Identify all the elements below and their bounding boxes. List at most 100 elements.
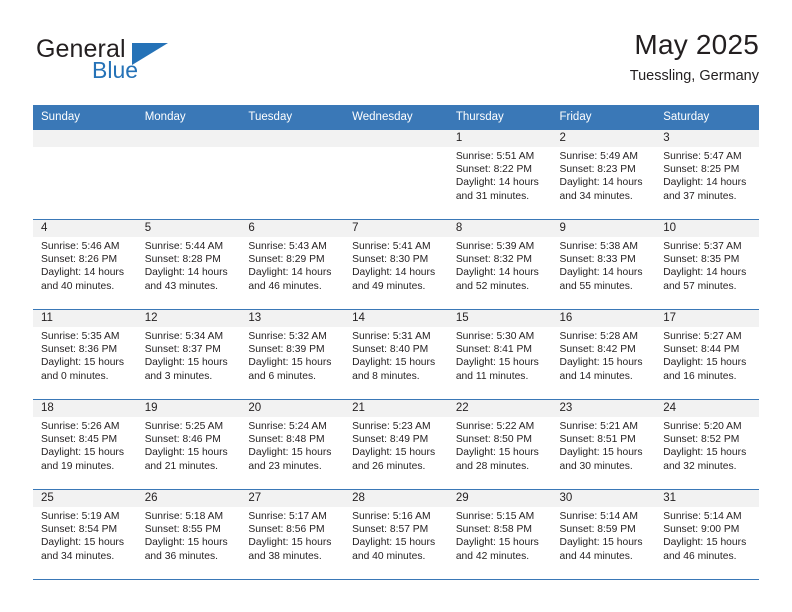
daylight-text-line2: and 57 minutes.: [663, 280, 737, 292]
daylight-text-line1: Daylight: 15 hours: [248, 447, 332, 459]
daylight-text-line2: and 16 minutes.: [663, 370, 737, 382]
calendar-day-cell[interactable]: 18 Sunrise: 5:26 AM Sunset: 8:45 PM Dayligh…: [33, 399, 137, 490]
sunrise-text: Sunrise: 5:26 AM: [41, 421, 120, 432]
day-number: 14: [344, 310, 448, 327]
day-number: 24: [655, 400, 759, 417]
day-details: Sunrise: 5:41 AM Sunset: 8:30 PM Daylight:…: [344, 237, 448, 293]
daylight-text-line2: and 34 minutes.: [559, 190, 633, 202]
calendar-day-cell[interactable]: 12 Sunrise: 5:34 AM Sunset: 8:37 PM Dayligh…: [136, 309, 241, 400]
sunset-text: Sunset: 8:33 PM: [559, 254, 636, 266]
calendar-day-cell[interactable]: 17 Sunrise: 5:27 AM Sunset: 8:44 PM Dayligh…: [655, 309, 759, 400]
sunset-text: Sunset: 8:26 PM: [41, 254, 118, 266]
sunset-text: Sunset: 8:25 PM: [663, 164, 740, 176]
calendar-day-cell[interactable]: 5 Sunrise: 5:44 AM Sunset: 8:28 PM Daylight…: [136, 219, 241, 310]
calendar-day-cell[interactable]: 2 Sunrise: 5:49 AM Sunset: 8:23 PM Daylight…: [551, 130, 656, 220]
calendar-day-cell[interactable]: 13 Sunrise: 5:32 AM Sunset: 8:39 PM Dayligh…: [240, 309, 345, 400]
sunrise-text: Sunrise: 5:35 AM: [41, 331, 120, 342]
day-number: 22: [447, 400, 552, 417]
sunset-text: Sunset: 9:00 PM: [663, 524, 740, 536]
day-number: 12: [136, 310, 241, 327]
calendar-day-cell[interactable]: 26 Sunrise: 5:18 AM Sunset: 8:55 PM Dayligh…: [136, 489, 241, 580]
daylight-text-line2: and 37 minutes.: [663, 190, 737, 202]
weekday-header-thursday: Thursday: [447, 105, 552, 130]
sunset-text: Sunset: 8:51 PM: [559, 434, 636, 446]
calendar-day-cell[interactable]: 10 Sunrise: 5:37 AM Sunset: 8:35 PM Dayligh…: [655, 219, 759, 310]
day-details: Sunrise: 5:17 AM Sunset: 8:56 PM Daylight:…: [240, 507, 344, 563]
day-details: Sunrise: 5:26 AM Sunset: 8:45 PM Daylight:…: [33, 417, 137, 473]
daylight-text-line1: Daylight: 15 hours: [41, 357, 124, 369]
daylight-text-line2: and 55 minutes.: [559, 280, 633, 292]
day-details: Sunrise: 5:28 AM Sunset: 8:42 PM Daylight:…: [552, 327, 656, 383]
daylight-text-line1: Daylight: 15 hours: [559, 447, 643, 459]
daylight-text-line1: Daylight: 14 hours: [352, 267, 436, 279]
calendar-day-cell[interactable]: 11 Sunrise: 5:35 AM Sunset: 8:36 PM Dayligh…: [33, 309, 137, 400]
daylight-text-line1: Daylight: 14 hours: [248, 267, 332, 279]
day-details: Sunrise: 5:49 AM Sunset: 8:23 PM Daylight:…: [552, 147, 656, 203]
calendar-day-cell[interactable]: 6 Sunrise: 5:43 AM Sunset: 8:29 PM Daylight…: [240, 219, 345, 310]
sunset-text: Sunset: 8:44 PM: [663, 344, 740, 356]
calendar-day-cell[interactable]: 16 Sunrise: 5:28 AM Sunset: 8:42 PM Dayligh…: [551, 309, 656, 400]
daylight-text-line2: and 40 minutes.: [41, 280, 115, 292]
calendar-day-cell[interactable]: 25 Sunrise: 5:19 AM Sunset: 8:54 PM Dayligh…: [33, 489, 137, 580]
sunset-text: Sunset: 8:22 PM: [455, 164, 532, 176]
page-header: General Blue May 2025 Tuessling, Germany: [33, 28, 759, 100]
sunrise-text: Sunrise: 5:15 AM: [455, 511, 535, 522]
daylight-text-line2: and 34 minutes.: [41, 550, 115, 562]
calendar-day-cell[interactable]: 31 Sunrise: 5:14 AM Sunset: 9:00 PM Dayligh…: [655, 489, 759, 580]
calendar-day-cell[interactable]: 27 Sunrise: 5:17 AM Sunset: 8:56 PM Dayligh…: [240, 489, 345, 580]
calendar-day-cell[interactable]: 4 Sunrise: 5:46 AM Sunset: 8:26 PM Daylight…: [33, 219, 137, 310]
page-title: May 2025: [634, 29, 759, 60]
calendar-day-cell[interactable]: 15 Sunrise: 5:30 AM Sunset: 8:41 PM Dayligh…: [447, 309, 552, 400]
sunrise-text: Sunrise: 5:18 AM: [144, 511, 224, 522]
daylight-text-line2: and 30 minutes.: [559, 460, 633, 472]
calendar-day-cell[interactable]: 22 Sunrise: 5:22 AM Sunset: 8:50 PM Dayligh…: [447, 399, 552, 490]
sunset-text: Sunset: 8:48 PM: [248, 434, 325, 446]
daylight-text-line1: Daylight: 15 hours: [455, 357, 539, 369]
day-details: Sunrise: 5:44 AM Sunset: 8:28 PM Daylight:…: [137, 237, 241, 293]
daylight-text-line1: Daylight: 15 hours: [559, 357, 643, 369]
calendar-day-cell[interactable]: 7 Sunrise: 5:41 AM Sunset: 8:30 PM Daylight…: [344, 219, 448, 310]
day-number: 21: [344, 400, 448, 417]
daylight-text-line1: Daylight: 15 hours: [352, 537, 436, 549]
daylight-text-line2: and 19 minutes.: [41, 460, 115, 472]
calendar-day-cell[interactable]: 24 Sunrise: 5:20 AM Sunset: 8:52 PM Dayligh…: [655, 399, 759, 490]
sunrise-text: Sunrise: 5:38 AM: [559, 241, 638, 252]
daylight-text-line2: and 42 minutes.: [455, 550, 530, 562]
day-number: 27: [240, 490, 345, 507]
day-details: Sunrise: 5:43 AM Sunset: 8:29 PM Daylight:…: [240, 237, 344, 293]
calendar-day-cell[interactable]: 21 Sunrise: 5:23 AM Sunset: 8:49 PM Dayligh…: [344, 399, 448, 490]
calendar-day-cell[interactable]: 19 Sunrise: 5:25 AM Sunset: 8:46 PM Dayligh…: [136, 399, 241, 490]
daylight-text-line1: Daylight: 15 hours: [248, 537, 332, 549]
logo-word-blue: Blue: [92, 57, 139, 83]
calendar-day-cell[interactable]: 30 Sunrise: 5:14 AM Sunset: 8:59 PM Dayligh…: [551, 489, 656, 580]
daylight-text-line2: and 3 minutes.: [144, 370, 213, 382]
daylight-text-line2: and 6 minutes.: [248, 370, 316, 382]
general-blue-logo[interactable]: General Blue: [36, 36, 236, 92]
weekday-header-tuesday: Tuesday: [240, 105, 345, 130]
calendar-day-cell[interactable]: 28 Sunrise: 5:16 AM Sunset: 8:57 PM Dayligh…: [344, 489, 448, 580]
daylight-text-line1: Daylight: 14 hours: [144, 267, 228, 279]
daylight-text-line1: Daylight: 14 hours: [41, 267, 124, 279]
daylight-text-line1: Daylight: 15 hours: [41, 537, 124, 549]
sunrise-text: Sunrise: 5:24 AM: [248, 421, 327, 432]
sunrise-text: Sunrise: 5:46 AM: [41, 241, 120, 252]
calendar-day-cell[interactable]: 1 Sunrise: 5:51 AM Sunset: 8:22 PM Daylight…: [447, 130, 552, 220]
calendar-day-cell[interactable]: 9 Sunrise: 5:38 AM Sunset: 8:33 PM Daylight…: [551, 219, 656, 310]
day-details: Sunrise: 5:14 AM Sunset: 8:59 PM Daylight:…: [552, 507, 656, 563]
calendar-day-cell[interactable]: 23 Sunrise: 5:21 AM Sunset: 8:51 PM Dayligh…: [551, 399, 656, 490]
calendar-day-cell[interactable]: 14 Sunrise: 5:31 AM Sunset: 8:40 PM Dayligh…: [344, 309, 448, 400]
page-subtitle: Tuessling, Germany: [629, 68, 759, 84]
sunrise-text: Sunrise: 5:43 AM: [248, 241, 327, 252]
calendar-day-cell[interactable]: 29 Sunrise: 5:15 AM Sunset: 8:58 PM Dayligh…: [447, 489, 552, 580]
calendar-day-cell[interactable]: 20 Sunrise: 5:24 AM Sunset: 8:48 PM Dayligh…: [240, 399, 345, 490]
sunrise-text: Sunrise: 5:19 AM: [41, 511, 120, 522]
calendar-day-cell[interactable]: 3 Sunrise: 5:47 AM Sunset: 8:25 PM Daylight…: [655, 130, 759, 220]
calendar-body: 1 Sunrise: 5:51 AM Sunset: 8:22 PM Daylight…: [33, 130, 759, 580]
day-number: 7: [344, 220, 448, 237]
day-details: Sunrise: 5:21 AM Sunset: 8:51 PM Daylight:…: [552, 417, 656, 473]
daylight-text-line2: and 28 minutes.: [455, 460, 530, 472]
day-details: Sunrise: 5:23 AM Sunset: 8:49 PM Daylight:…: [344, 417, 448, 473]
sunrise-text: Sunrise: 5:47 AM: [663, 151, 742, 162]
sunset-text: Sunset: 8:41 PM: [455, 344, 532, 356]
calendar-day-cell[interactable]: 8 Sunrise: 5:39 AM Sunset: 8:32 PM Daylight…: [447, 219, 552, 310]
